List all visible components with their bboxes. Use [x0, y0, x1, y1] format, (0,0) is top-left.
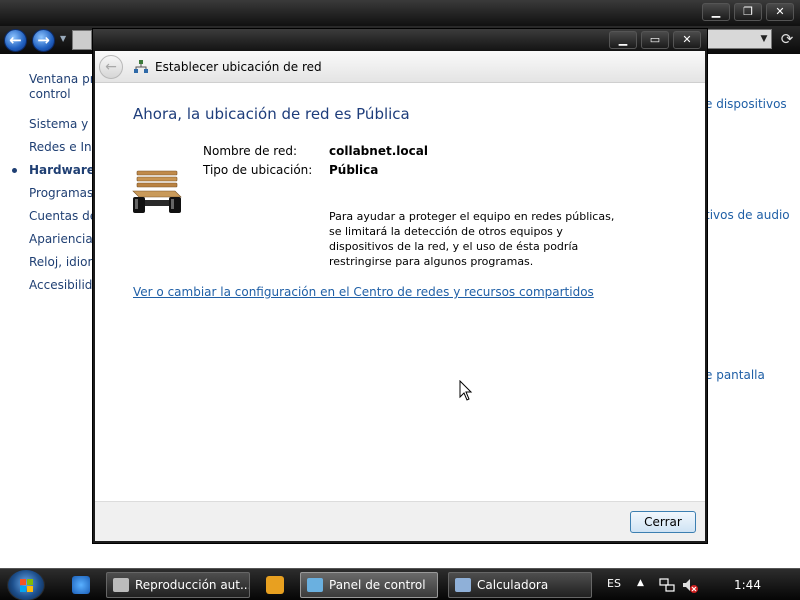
close-button[interactable]: Cerrar	[630, 511, 696, 533]
location-description: Para ayudar a proteger el equipo en rede…	[329, 210, 615, 268]
audio-devices-link[interactable]: tivos de audio	[708, 208, 790, 222]
clock[interactable]: 1:44	[734, 578, 761, 592]
dialog-close-x-button[interactable]: ✕	[673, 31, 701, 49]
location-type-label: Tipo de ubicación:	[203, 163, 313, 177]
address-dropdown-icon[interactable]: ▼	[756, 29, 772, 49]
back-arrow-icon[interactable]: ←	[4, 29, 27, 52]
back-arrow-icon[interactable]: ←	[99, 55, 123, 79]
task-calculator[interactable]: Calculadora	[448, 572, 592, 598]
dialog-body: ← Establecer ubicación de red Ahora, la …	[95, 51, 705, 541]
task-control-panel[interactable]: Panel de control	[300, 572, 438, 598]
network-center-link[interactable]: Ver o cambiar la configuración en el Cen…	[133, 285, 594, 299]
dialog-footer: Cerrar	[95, 501, 705, 541]
park-bench-icon	[132, 170, 182, 213]
control-panel-icon	[307, 578, 323, 592]
network-tray-icon[interactable]	[659, 577, 675, 593]
page-heading: Ahora, la ubicación de red es Pública	[133, 105, 410, 123]
screen-link[interactable]: e pantalla	[708, 368, 765, 382]
mouse-pointer-icon	[459, 380, 473, 401]
close-window-button[interactable]: ✕	[766, 3, 794, 21]
location-type-value: Pública	[329, 163, 379, 177]
dialog-titlebar: ▁ ▭ ✕	[93, 29, 707, 51]
forward-arrow-icon[interactable]: →	[32, 29, 55, 52]
folder-icon	[72, 30, 92, 50]
taskbar: Reproducción aut... Panel de control Cal…	[0, 568, 800, 600]
dialog-header: ← Establecer ubicación de red	[95, 51, 705, 83]
dialog-minimize-button[interactable]: ▁	[609, 31, 637, 49]
current-item-bullet-icon	[12, 168, 17, 173]
sidebar-item-programs[interactable]: Programas	[29, 186, 93, 200]
sidebar-item-accessibility[interactable]: Accesibilida	[29, 278, 100, 292]
sidebar-item-home-line2[interactable]: control	[29, 87, 71, 101]
task-control-panel-label: Panel de control	[329, 578, 426, 592]
sidebar-item-accounts[interactable]: Cuentas de	[29, 209, 97, 223]
refresh-icon[interactable]: ⟳	[776, 29, 798, 49]
control-panel-titlebar: ▁ ❐ ✕	[0, 0, 800, 26]
restore-button[interactable]: ❐	[734, 3, 762, 21]
sidebar-item-clock[interactable]: Reloj, idiom	[29, 255, 99, 269]
dialog-title: Establecer ubicación de red	[155, 60, 322, 74]
control-panel-sidebar: Ventana prir control Sistema y se Redes …	[0, 54, 107, 568]
media-player-icon[interactable]	[266, 576, 284, 594]
devices-link[interactable]: e dispositivos	[708, 97, 787, 111]
cd-drive-icon	[113, 578, 129, 592]
recent-pages-chevron-icon[interactable]: ▼	[60, 34, 66, 43]
windows-logo-icon	[20, 579, 33, 592]
control-panel-content: e dispositivos tivos de audio e pantalla	[708, 54, 800, 568]
minimize-button[interactable]: ▁	[702, 3, 730, 21]
sidebar-item-appearance[interactable]: Apariencia	[29, 232, 93, 246]
network-name-label: Nombre de red:	[203, 144, 298, 158]
language-indicator[interactable]: ES	[607, 577, 621, 590]
network-location-dialog: ▁ ▭ ✕ ← Establecer ubicación de red Ahor…	[92, 28, 708, 544]
task-autoplay[interactable]: Reproducción aut...	[106, 572, 250, 598]
start-button[interactable]	[7, 569, 45, 600]
network-name-value: collabnet.local	[329, 144, 428, 158]
dialog-maximize-button[interactable]: ▭	[641, 31, 669, 49]
calculator-icon	[455, 578, 471, 592]
internet-explorer-icon[interactable]	[72, 576, 90, 594]
task-autoplay-label: Reproducción aut...	[135, 578, 250, 592]
volume-muted-icon[interactable]	[682, 577, 698, 593]
network-icon	[134, 60, 148, 73]
task-calculator-label: Calculadora	[477, 578, 549, 592]
show-hidden-icons-icon[interactable]: ▲	[637, 578, 644, 588]
